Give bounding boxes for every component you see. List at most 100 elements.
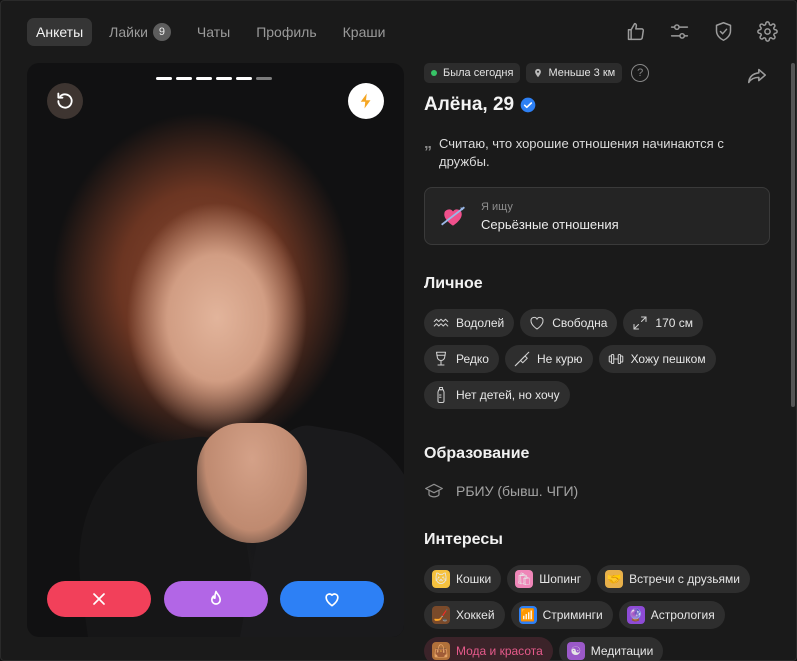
- pill-height: 170 см: [623, 309, 703, 337]
- pill-label: Астрология: [650, 608, 715, 622]
- cat-icon: 🐱: [432, 570, 450, 588]
- online-status-text: Была сегодня: [443, 67, 514, 79]
- shield-check-icon[interactable]: [711, 19, 735, 43]
- super-like-button[interactable]: [163, 581, 268, 617]
- lightning-boost-icon: [360, 93, 371, 109]
- pill-relationship: Свободна: [520, 309, 618, 337]
- looking-for-label: Я ищу: [481, 200, 513, 213]
- status-row: Была сегодня Меньше 3 км ?: [424, 63, 784, 84]
- aquarius-icon: [433, 318, 449, 327]
- bio: „ Считаю, что хорошие отношения начинают…: [424, 135, 754, 171]
- pill-label: Кошки: [456, 572, 492, 586]
- tab-likes[interactable]: Лайки 9: [100, 18, 180, 46]
- section-title-interests: Интересы: [424, 531, 503, 548]
- tab-chats[interactable]: Чаты: [188, 18, 239, 46]
- pill-label: Водолей: [456, 316, 505, 330]
- like-button[interactable]: [280, 581, 384, 617]
- heart-arrow-icon: [441, 206, 465, 226]
- photo-progress-segment[interactable]: [196, 77, 212, 80]
- interest-cats: 🐱 Кошки: [424, 565, 502, 593]
- photo-progress-segment[interactable]: [216, 77, 232, 80]
- verified-badge-icon: [520, 97, 536, 113]
- interest-astrology: 🔮 Астрология: [618, 601, 725, 629]
- online-status-chip: Была сегодня: [424, 63, 521, 83]
- online-dot-icon: [431, 70, 437, 76]
- section-title-personal: Личное: [424, 275, 483, 292]
- pill-label: Медитации: [590, 644, 654, 658]
- app-window: Анкеты Лайки 9 Чаты Профиль Краши Была с…: [0, 0, 797, 661]
- dumbbell-icon: [608, 353, 623, 365]
- education-row: РБИУ (бывш. ЧГИ): [424, 481, 784, 501]
- hockey-stick-icon: 🏒: [432, 606, 450, 624]
- share-button[interactable]: [746, 65, 768, 87]
- panel-scrollbar[interactable]: [791, 63, 795, 407]
- profile-details-panel: Была сегодня Меньше 3 км ? Алёна, 29 „ С…: [424, 63, 784, 661]
- distance-text: Меньше 3 км: [548, 67, 616, 79]
- settings-gear-icon[interactable]: [755, 19, 779, 43]
- section-title-education: Образование: [424, 445, 530, 462]
- tab-label: Профиль: [256, 24, 317, 40]
- photo-progress-indicator: [156, 77, 276, 80]
- pill-zodiac: Водолей: [424, 309, 515, 337]
- tab-label: Чаты: [196, 24, 231, 40]
- looking-for-value: Серьёзные отношения: [481, 216, 619, 232]
- tab-label: Лайки: [109, 24, 148, 40]
- photo-progress-segment[interactable]: [156, 77, 172, 80]
- baby-bottle-icon: [437, 386, 445, 404]
- interest-shopping: 🛍 Шопинг: [507, 565, 592, 593]
- flame-icon: [210, 590, 221, 605]
- pill-label: Встречи с друзьями: [629, 572, 740, 586]
- rewind-button[interactable]: [47, 83, 83, 119]
- graduation-cap-icon: [425, 483, 443, 498]
- pill-label: Мода и красота: [456, 644, 543, 658]
- distance-chip: Меньше 3 км: [526, 63, 623, 83]
- tab-profile[interactable]: Профиль: [247, 18, 325, 46]
- interest-streaming: 📶 Стриминги: [510, 601, 613, 629]
- pill-sport: Хожу пешком: [598, 345, 716, 373]
- tab-ankety[interactable]: Анкеты: [27, 18, 93, 46]
- interest-fashion: 👜 Мода и красота: [424, 637, 553, 661]
- pill-children: Нет детей, но хочу: [424, 381, 570, 409]
- top-right-icons: [603, 19, 779, 43]
- thumbs-up-icon[interactable]: [623, 19, 647, 43]
- profile-photo[interactable]: [27, 63, 404, 637]
- wine-glass-icon: [435, 351, 447, 366]
- interest-meditation: ☯ Медитации: [558, 637, 664, 661]
- quote-icon: „: [424, 135, 432, 152]
- profile-name-age: Алёна, 29: [424, 94, 515, 115]
- photo-progress-segment[interactable]: [256, 77, 272, 80]
- shopping-bag-icon: 🛍: [515, 570, 534, 588]
- no-smoking-icon: [514, 351, 530, 367]
- location-pin-icon: [535, 68, 542, 78]
- rewind-icon: [57, 92, 73, 109]
- looking-for-text: Я ищу Серьёзные отношения: [481, 201, 619, 232]
- cross-icon: [93, 593, 105, 605]
- boost-button[interactable]: [348, 83, 384, 119]
- crystal-ball-icon: 🔮: [626, 606, 645, 624]
- photo-progress-segment[interactable]: [176, 77, 192, 80]
- interest-friends: 🤝 Встречи с друзьями: [597, 565, 750, 593]
- photo-progress-segment[interactable]: [236, 77, 252, 80]
- dislike-button[interactable]: [47, 581, 151, 617]
- filters-icon[interactable]: [667, 19, 691, 43]
- interest-pills: 🐱 Кошки 🛍 Шопинг 🤝 Встречи с друзьями 🏒 …: [424, 565, 774, 661]
- likes-count-badge: 9: [152, 23, 171, 41]
- wifi-stream-icon: 📶: [518, 606, 537, 624]
- pill-label: Стриминги: [542, 608, 603, 622]
- profile-name-row: Алёна, 29: [424, 93, 784, 117]
- pill-label: Нет детей, но хочу: [456, 388, 560, 402]
- pill-label: Хожу пешком: [630, 352, 706, 366]
- looking-for-card: Я ищу Серьёзные отношения: [424, 187, 770, 245]
- help-icon[interactable]: ?: [631, 64, 650, 82]
- handbag-icon: 👜: [432, 642, 450, 660]
- heart-outline-icon: [530, 316, 544, 330]
- yin-yang-icon: ☯: [566, 642, 585, 660]
- education-value: РБИУ (бывш. ЧГИ): [456, 483, 579, 499]
- tab-label: Краши: [342, 24, 386, 40]
- pill-label: Не курю: [536, 352, 583, 366]
- swipe-actions: [47, 581, 384, 617]
- tab-crushes[interactable]: Краши: [334, 18, 395, 46]
- pill-label: Свободна: [552, 316, 608, 330]
- heart-icon: [325, 593, 339, 607]
- interest-hockey: 🏒 Хоккей: [424, 601, 505, 629]
